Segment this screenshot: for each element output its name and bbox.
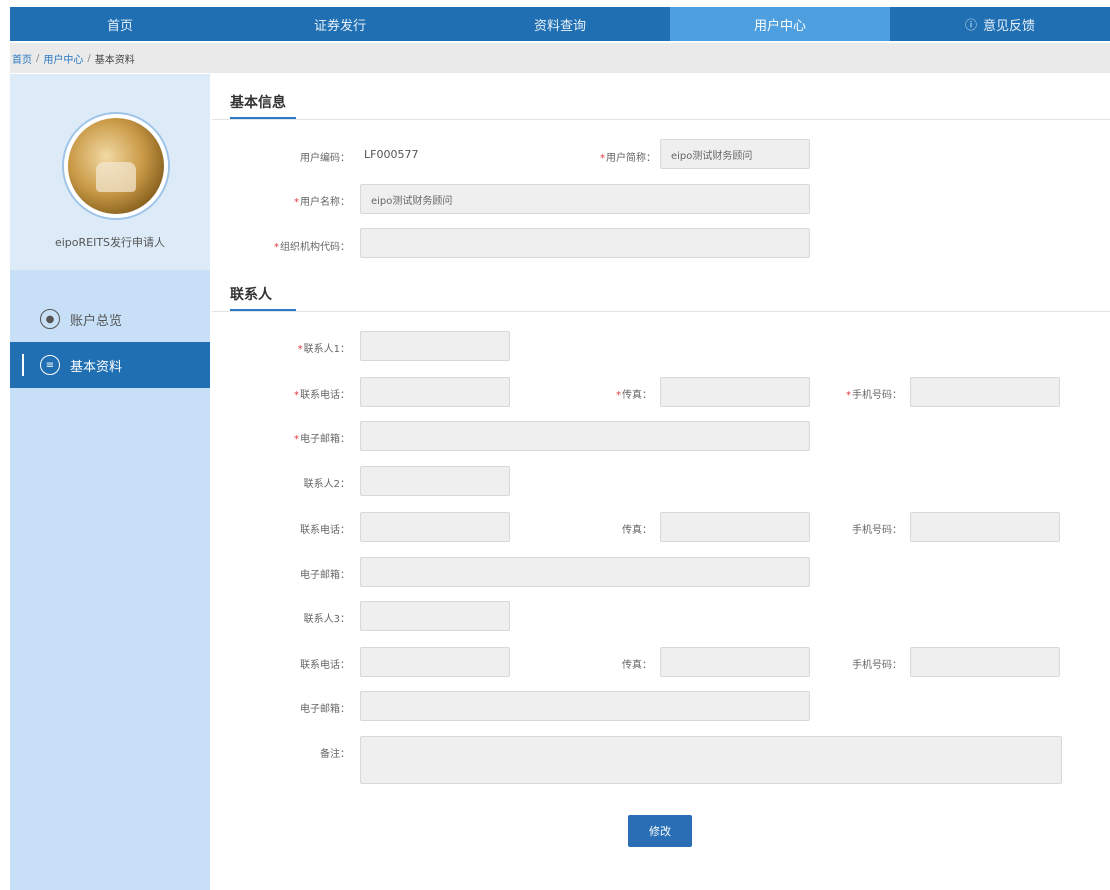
nav-feedback[interactable]: ⓘ 意见反馈 <box>890 7 1110 41</box>
nav-label: 意见反馈 <box>983 18 1036 34</box>
question-circle-icon: ⓘ <box>964 17 977 32</box>
divider <box>212 119 1110 120</box>
top-nav: 首页 证券发行 资料查询 用户中心 ⓘ 意见反馈 <box>10 7 1110 41</box>
contact1-name-field[interactable] <box>360 331 510 361</box>
org-code-field[interactable] <box>360 228 810 258</box>
nav-data-query[interactable]: 资料查询 <box>450 7 670 41</box>
sidebar: eipoREITS发行申请人 ● 账户总览 ≡ 基本资料 <box>10 74 210 890</box>
contact2-mobile-field[interactable] <box>910 512 1060 542</box>
avatar <box>64 114 168 218</box>
sidebar-item-label: 账户总览 <box>70 313 123 329</box>
nickname-label: *用户简称： <box>600 153 656 164</box>
profile-name: eipoREITS发行申请人 <box>54 236 166 249</box>
nav-label: 资料查询 <box>533 18 586 34</box>
sidebar-item-label: 基本资料 <box>70 359 123 375</box>
nav-label: 首页 <box>106 18 133 34</box>
contact2-phone-label: 联系电话： <box>300 525 350 536</box>
breadcrumb-separator: / <box>87 52 91 64</box>
modify-button[interactable]: 修改 <box>628 815 692 847</box>
circle-dot-icon: ● <box>40 309 60 329</box>
contact2-email-label: 电子邮箱： <box>300 570 350 581</box>
contact1-fax-label: *传真： <box>616 390 652 401</box>
nav-securities-issue[interactable]: 证券发行 <box>230 7 450 41</box>
breadcrumb-home[interactable]: 首页 <box>10 51 34 66</box>
contact1-phone-field[interactable] <box>360 377 510 407</box>
section-title-basic-info: 基本信息 <box>230 95 286 111</box>
contact3-fax-field[interactable] <box>660 647 810 677</box>
username-label: *用户名称： <box>294 197 350 208</box>
contact1-email-field[interactable] <box>360 421 810 451</box>
contact2-fax-label: 传真： <box>622 525 652 536</box>
sidebar-item-basic-info[interactable]: ≡ 基本资料 <box>10 342 210 388</box>
contact1-phone-label: *联系电话： <box>294 390 350 401</box>
contact3-fax-label: 传真： <box>622 660 652 671</box>
remark-label: 备注： <box>320 749 350 760</box>
org-code-label: *组织机构代码： <box>274 242 350 253</box>
contact2-mobile-label: 手机号码： <box>852 525 902 536</box>
contact1-mobile-field[interactable] <box>910 377 1060 407</box>
contact3-phone-label: 联系电话： <box>300 660 350 671</box>
nav-user-center[interactable]: 用户中心 <box>670 7 890 41</box>
breadcrumb-user-center[interactable]: 用户中心 <box>41 51 85 66</box>
contact2-fax-field[interactable] <box>660 512 810 542</box>
breadcrumb: 首页 / 用户中心 / 基本资料 <box>10 43 1110 73</box>
contact3-name-field[interactable] <box>360 601 510 631</box>
contact2-name-field[interactable] <box>360 466 510 496</box>
breadcrumb-current: 基本资料 <box>94 54 135 66</box>
contact2-phone-field[interactable] <box>360 512 510 542</box>
contact3-email-label: 电子邮箱： <box>300 704 350 715</box>
sidebar-item-account-overview[interactable]: ● 账户总览 <box>10 296 210 342</box>
contact3-mobile-field[interactable] <box>910 647 1060 677</box>
profile-card: eipoREITS发行申请人 <box>10 74 210 270</box>
contact1-name-label: *联系人1： <box>297 344 350 355</box>
contact3-name-label: 联系人3： <box>303 614 350 625</box>
contact2-name-label: 联系人2： <box>303 479 350 490</box>
username-field[interactable]: eipo测试财务顾问 <box>360 184 810 214</box>
remark-textarea[interactable] <box>360 736 1062 784</box>
contact1-mobile-label: *手机号码： <box>846 390 902 401</box>
nickname-field[interactable]: eipo测试财务顾问 <box>660 139 810 169</box>
nav-home[interactable]: 首页 <box>10 7 230 41</box>
section-title-contacts: 联系人 <box>230 287 272 303</box>
contact1-email-label: *电子邮箱： <box>294 434 350 445</box>
contact1-fax-field[interactable] <box>660 377 810 407</box>
user-code-label: 用户编码： <box>300 153 350 164</box>
contact3-phone-field[interactable] <box>360 647 510 677</box>
list-circle-icon: ≡ <box>40 355 60 375</box>
contact2-email-field[interactable] <box>360 557 810 587</box>
nav-label: 用户中心 <box>753 18 806 34</box>
user-code-value: LF000577 <box>364 148 419 161</box>
contact3-mobile-label: 手机号码： <box>852 660 902 671</box>
breadcrumb-separator: / <box>36 52 40 64</box>
divider <box>212 311 1110 312</box>
nav-label: 证券发行 <box>313 18 366 34</box>
contact3-email-field[interactable] <box>360 691 810 721</box>
